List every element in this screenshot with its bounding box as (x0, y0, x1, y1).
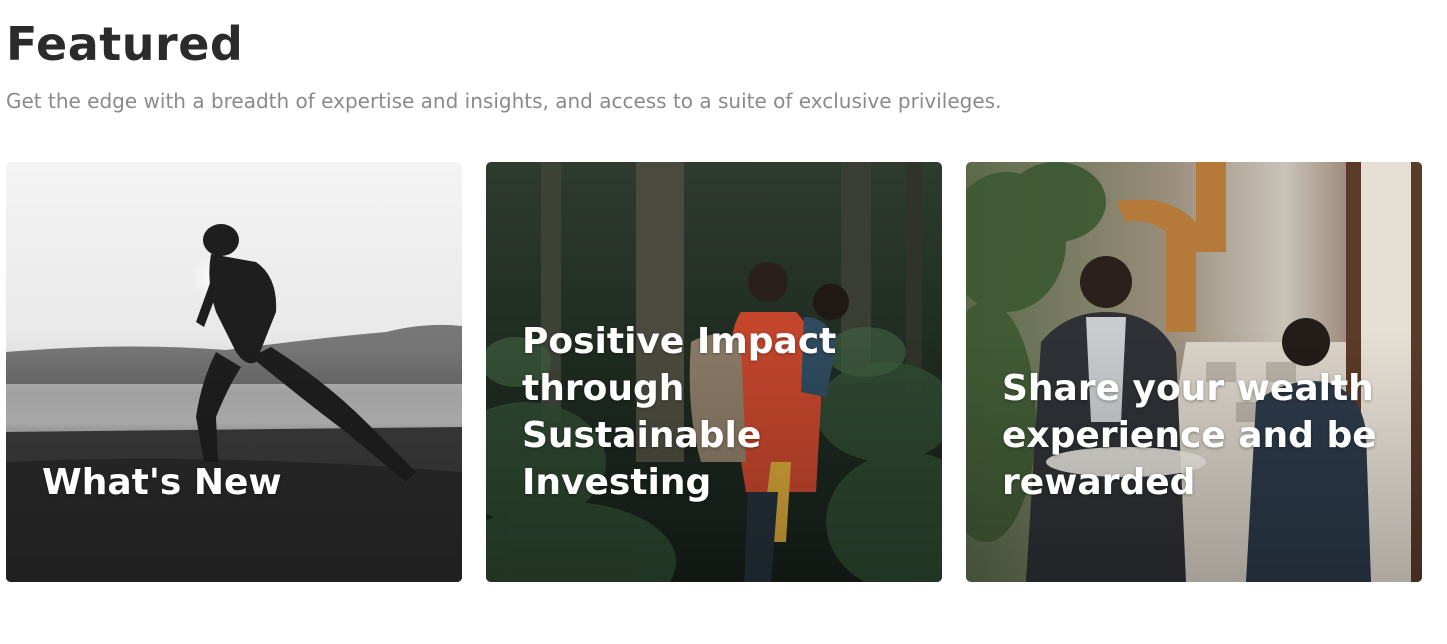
card-share-wealth-experience[interactable]: Share your wealth experience and be rewa… (966, 162, 1422, 582)
card-title: Share your wealth experience and be rewa… (1002, 368, 1377, 503)
card-sustainable-investing[interactable]: Positive Impact through Sustainable Inve… (486, 162, 942, 582)
page-title: Featured (6, 17, 244, 71)
card-title: Positive Impact through Sustainable Inve… (522, 321, 837, 503)
card-whats-new[interactable]: What's New (6, 162, 462, 582)
page-subtitle: Get the edge with a breadth of expertise… (6, 89, 1002, 113)
featured-cards: What's New Positive Impact through Susta… (6, 162, 1422, 582)
card-title: What's New (42, 462, 282, 503)
